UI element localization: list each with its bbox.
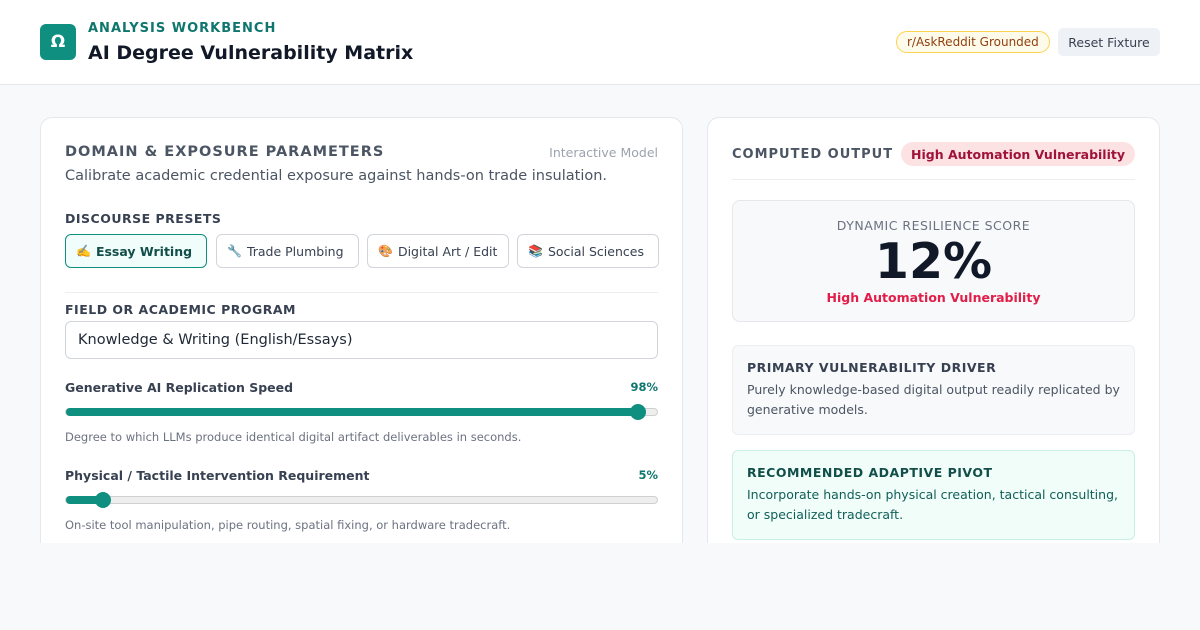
ai-replication-value: 98% <box>630 380 658 394</box>
driver-text: Purely knowledge-based digital output re… <box>747 382 1120 417</box>
wrench-icon: 🔧 <box>227 244 242 258</box>
physical-intervention-hint: On-site tool manipulation, pipe routing,… <box>65 518 511 532</box>
books-icon: 📚 <box>528 244 543 258</box>
score-value: 12% <box>874 233 993 290</box>
source-badge: r/AskReddit Grounded <box>896 31 1050 53</box>
physical-intervention-value: 5% <box>638 468 658 482</box>
physical-intervention-slider[interactable] <box>65 492 658 508</box>
adaptive-pivot-box: RECOMMENDED ADAPTIVE PIVOT Incorporate h… <box>732 450 1135 540</box>
divider <box>65 292 658 293</box>
preset-label: Essay Writing <box>95 243 193 259</box>
parameters-panel: DOMAIN & EXPOSURE PARAMETERS Interactive… <box>40 117 683 543</box>
parameters-subtitle: Calibrate academic credential exposure a… <box>65 168 608 184</box>
omega-logo-icon: Ω <box>40 24 76 60</box>
writing-hand-icon: ✍️ <box>76 244 91 258</box>
interactive-model-tag: Interactive Model <box>549 145 658 160</box>
ai-replication-hint: Degree to which LLMs produce identical d… <box>65 430 522 444</box>
physical-intervention-label: Physical / Tactile Intervention Requirem… <box>65 468 370 483</box>
preset-label: Social Sciences <box>547 243 644 259</box>
resilience-score-card: DYNAMIC RESILIENCE SCORE 12% High Automa… <box>732 200 1135 322</box>
preset-essay-writing[interactable]: ✍️ Essay Writing <box>65 234 207 268</box>
pivot-heading: RECOMMENDED ADAPTIVE PIVOT <box>747 465 993 480</box>
preset-trade-plumbing[interactable]: 🔧 Trade Plumbing <box>216 234 359 268</box>
ai-replication-label: Generative AI Replication Speed <box>65 380 294 395</box>
output-title: COMPUTED OUTPUT <box>732 147 894 162</box>
reset-fixture-button[interactable]: Reset Fixture <box>1058 28 1160 56</box>
parameters-title: DOMAIN & EXPOSURE PARAMETERS <box>65 144 385 160</box>
slider-thumb[interactable] <box>94 492 111 508</box>
app-eyebrow: ANALYSIS WORKBENCH <box>88 21 277 36</box>
presets-label: DISCOURSE PRESETS <box>65 211 222 226</box>
preset-label: Digital Art / Edit <box>397 243 498 259</box>
preset-label: Trade Plumbing <box>246 243 344 259</box>
page-title: AI Degree Vulnerability Matrix <box>88 42 414 64</box>
field-label: FIELD OR ACADEMIC PROGRAM <box>65 302 296 317</box>
divider <box>732 179 1135 180</box>
vulnerability-driver-box: PRIMARY VULNERABILITY DRIVER Purely know… <box>732 345 1135 435</box>
risk-badge: High Automation Vulnerability <box>901 142 1135 166</box>
score-label: DYNAMIC RESILIENCE SCORE <box>836 218 1031 233</box>
ai-replication-slider[interactable] <box>65 404 658 420</box>
top-bar: Ω ANALYSIS WORKBENCH AI Degree Vulnerabi… <box>0 0 1200 85</box>
field-program-input[interactable]: Knowledge & Writing (English/Essays) <box>65 321 658 359</box>
slider-thumb[interactable] <box>629 404 646 420</box>
pivot-text: Incorporate hands-on physical creation, … <box>747 487 1118 522</box>
preset-digital-art[interactable]: 🎨 Digital Art / Edit <box>367 234 509 268</box>
palette-icon: 🎨 <box>378 244 393 258</box>
preset-social-sciences[interactable]: 📚 Social Sciences <box>517 234 659 268</box>
output-panel: COMPUTED OUTPUT High Automation Vulnerab… <box>707 117 1160 543</box>
slider-fill <box>66 408 638 416</box>
score-note: High Automation Vulnerability <box>826 290 1041 305</box>
driver-heading: PRIMARY VULNERABILITY DRIVER <box>747 360 997 375</box>
